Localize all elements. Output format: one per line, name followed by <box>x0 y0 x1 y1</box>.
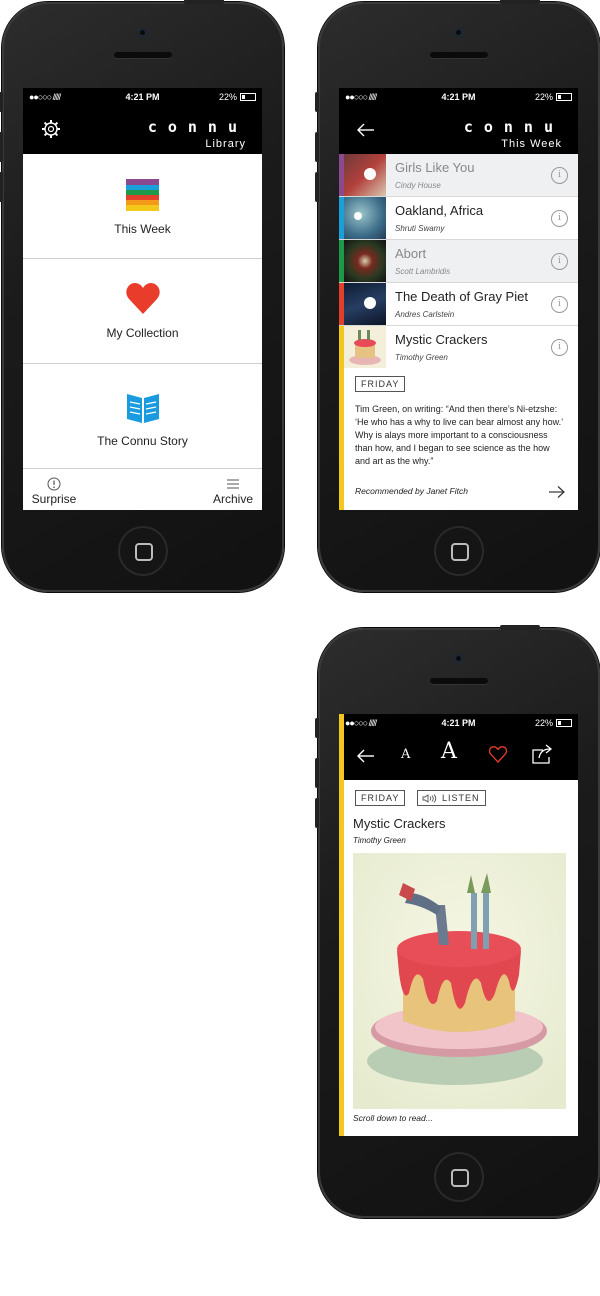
reader-toolbar: A A <box>339 732 578 780</box>
heart-outline-icon[interactable] <box>489 746 507 763</box>
home-button[interactable] <box>434 1152 484 1202</box>
page-subtitle: This Week <box>501 138 562 150</box>
share-icon[interactable] <box>531 744 553 764</box>
story-author: Andres Carlstein <box>395 310 455 319</box>
library-item-label: My Collection <box>106 326 179 340</box>
recommended-by: Recommended by Janet Fitch <box>355 486 468 496</box>
story-thumbnail <box>344 283 386 325</box>
story-accent-bar <box>339 346 344 510</box>
info-icon[interactable]: i <box>551 167 568 184</box>
forward-arrow-icon[interactable] <box>549 486 565 498</box>
library-item-this-week[interactable]: This Week <box>23 154 262 259</box>
bottom-toolbar: Surprise Archive <box>23 468 262 510</box>
scroll-hint: Scroll down to read... <box>353 1113 433 1123</box>
story-row[interactable]: Abort Scott Lambridis i <box>339 240 578 283</box>
story-accent-bar <box>339 714 344 1136</box>
play-dot <box>364 297 376 309</box>
speaker <box>430 52 488 58</box>
font-larger-button[interactable]: A <box>441 739 457 764</box>
story-author: Shruti Swamy <box>395 224 445 233</box>
app-header: connu This Week <box>339 106 578 154</box>
back-arrow-icon[interactable] <box>357 123 375 137</box>
day-tag: FRIDAY <box>355 790 406 806</box>
day-tag: FRIDAY <box>355 376 406 392</box>
cake-thumbnail-art <box>349 330 381 365</box>
status-time: 4:21 PM <box>441 92 476 102</box>
speaker-icon <box>422 794 437 803</box>
phone-this-week: ●●○○○ ///// 4:21 PM 22% connu This Week … <box>315 0 600 592</box>
app-header: connu Library <box>23 106 262 154</box>
library-screen: ●●○○○ ///// 4:21 PM 22% connu Library Th… <box>23 88 262 510</box>
info-icon[interactable]: i <box>551 253 568 270</box>
status-time: 4:21 PM <box>125 92 160 102</box>
listen-button[interactable]: LISTEN <box>417 790 486 807</box>
app-logo: connu <box>147 118 248 136</box>
story-title: Girls Like You <box>395 160 475 175</box>
speaker <box>430 678 488 684</box>
story-title: Abort <box>395 246 427 261</box>
status-bar: ●●○○○ ///// 4:21 PM 22% <box>339 88 578 106</box>
archive-button[interactable]: Archive <box>210 478 256 506</box>
exclamation-icon <box>47 477 61 491</box>
library-item-connu-story[interactable]: The Connu Story <box>23 364 262 469</box>
camera <box>454 654 463 663</box>
speaker <box>114 52 172 58</box>
library-item-label: The Connu Story <box>97 434 188 448</box>
battery-icon <box>556 719 572 727</box>
camera <box>138 28 147 37</box>
phone-reader: ●●○○○ ///// 4:21 PM 22% A A FRIDAY LISTE… <box>315 625 600 1218</box>
home-button[interactable] <box>434 526 484 576</box>
story-row-selected[interactable]: Mystic Crackers Timothy Green i <box>339 326 578 368</box>
reader-screen: ●●○○○ ///// 4:21 PM 22% A A FRIDAY LISTE… <box>339 714 578 1136</box>
story-thumbnail <box>344 240 386 282</box>
play-dot <box>364 168 376 180</box>
this-week-screen: ●●○○○ ///// 4:21 PM 22% connu This Week … <box>339 88 578 510</box>
status-time: 4:21 PM <box>441 718 476 728</box>
heart-icon <box>126 283 160 314</box>
book-icon <box>127 394 159 423</box>
story-title: The Death of Gray Piet <box>395 289 528 304</box>
back-arrow-icon[interactable] <box>357 749 375 763</box>
camera <box>454 28 463 37</box>
story-author: Scott Lambridis <box>395 267 451 276</box>
story-thumbnail <box>344 154 386 196</box>
story-author: Timothy Green <box>395 353 448 362</box>
story-thumbnail <box>344 197 386 239</box>
library-item-label: This Week <box>114 222 171 236</box>
story-author: Cindy House <box>395 181 441 190</box>
story-row[interactable]: The Death of Gray Piet Andres Carlstein … <box>339 283 578 326</box>
app-logo: connu <box>463 118 564 136</box>
info-icon[interactable]: i <box>551 296 568 313</box>
surprise-button[interactable]: Surprise <box>31 477 77 506</box>
story-title: Mystic Crackers <box>353 816 446 831</box>
info-icon[interactable]: i <box>551 210 568 227</box>
status-bar: ●●○○○ ///// 4:21 PM 22% <box>23 88 262 106</box>
story-row[interactable]: Oakland, Africa Shruti Swamy i <box>339 197 578 240</box>
font-smaller-button[interactable]: A <box>401 747 410 762</box>
play-dot <box>354 212 362 220</box>
story-title: Oakland, Africa <box>395 203 484 218</box>
story-thumbnail <box>344 326 386 368</box>
info-icon[interactable]: i <box>551 339 568 356</box>
story-author: Timothy Green <box>353 836 406 845</box>
surprise-label: Surprise <box>31 492 77 506</box>
page-subtitle: Library <box>205 138 246 150</box>
archive-label: Archive <box>212 492 253 506</box>
story-row[interactable]: Girls Like You Cindy House i <box>339 154 578 197</box>
library-item-my-collection[interactable]: My Collection <box>23 259 262 364</box>
cake-illustration <box>353 853 566 1109</box>
story-excerpt: Tim Green, on writing: “And then there’s… <box>355 404 563 466</box>
listen-label: LISTEN <box>442 793 480 803</box>
gear-icon[interactable] <box>41 119 61 139</box>
status-bar: ●●○○○ ///// 4:21 PM 22% <box>339 714 578 732</box>
menu-icon <box>227 479 239 489</box>
phone-library: ●●○○○ ///// 4:21 PM 22% connu Library Th… <box>0 0 284 592</box>
stack-icon <box>126 179 159 211</box>
battery-icon <box>240 93 256 101</box>
battery-icon <box>556 93 572 101</box>
home-button[interactable] <box>118 526 168 576</box>
story-title: Mystic Crackers <box>395 332 488 347</box>
